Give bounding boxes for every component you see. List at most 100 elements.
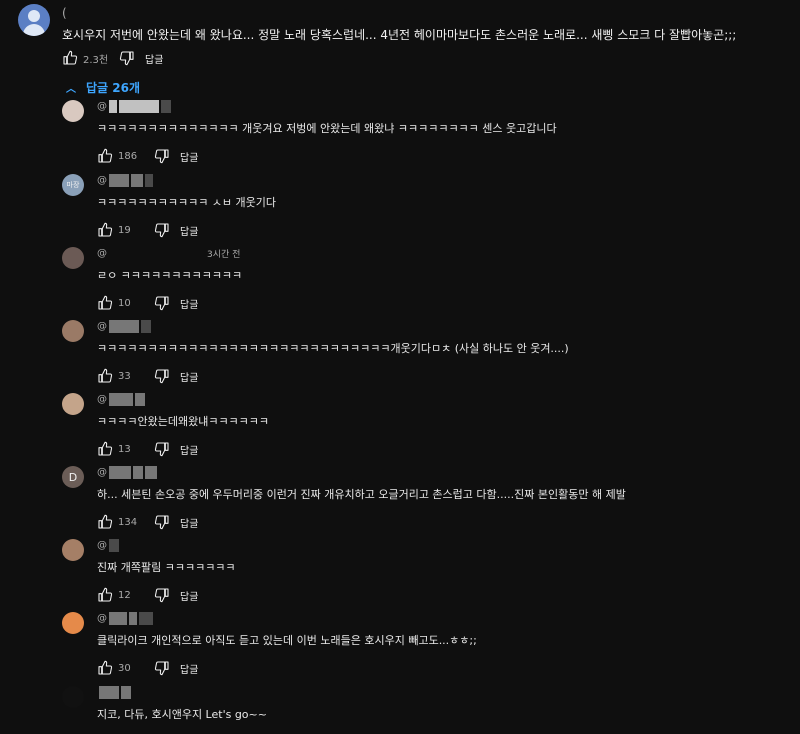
reply-text: ㅋㅋㅋㅋㅋㅋㅋㅋㅋㅋㅋㅋㅋㅋ 개웃겨요 저벙에 안왔는데 왜왔냐 ㅋㅋㅋㅋㅋㅋㅋ… (97, 122, 557, 135)
redacted-name-block (129, 612, 137, 625)
reply-author-handle[interactable]: @ (97, 613, 107, 624)
reply-actions: 19 답글 (97, 222, 198, 238)
reply-author[interactable]: @ (97, 100, 171, 113)
avatar[interactable] (18, 4, 50, 36)
dislike-icon[interactable] (154, 514, 170, 530)
like-count: 19 (118, 224, 131, 236)
like-count: 134 (118, 516, 138, 528)
reply-button[interactable]: 답글 (145, 51, 163, 66)
reply-button[interactable]: 답글 (180, 369, 198, 384)
reply-author-handle[interactable]: @ (97, 467, 107, 478)
redacted-name-block (131, 174, 143, 187)
like-icon[interactable] (97, 660, 113, 676)
redacted-name-block (109, 320, 139, 333)
reply-actions: 134 답글 (97, 514, 198, 530)
comment-author[interactable]: ( (62, 6, 67, 20)
reply-author[interactable]: @ (97, 174, 153, 187)
reply-author-handle[interactable]: @ (97, 248, 107, 259)
reply-timestamp[interactable]: 3시간 전 (207, 247, 240, 260)
reply-button[interactable]: 답글 (180, 661, 198, 676)
reply-button[interactable]: 답글 (180, 515, 198, 530)
redacted-name-block (145, 466, 157, 479)
redacted-name-block (109, 466, 131, 479)
avatar[interactable] (62, 320, 84, 342)
dislike-icon[interactable] (154, 587, 170, 603)
like-count: 30 (118, 662, 131, 674)
reply-button[interactable]: 답글 (180, 296, 198, 311)
reply-author[interactable]: @ (97, 612, 153, 625)
avatar[interactable] (62, 539, 84, 561)
redacted-name-block (133, 466, 143, 479)
like-icon[interactable] (97, 295, 113, 311)
replies-toggle-button[interactable]: ︿ 답글 26개 (66, 79, 140, 96)
dislike-icon[interactable] (154, 368, 170, 384)
comment-text: 호시우지 저번에 안왔는데 왜 왔나요... 정말 노래 당혹스럽네... 4년… (62, 28, 737, 42)
comment-actions: 2.3천 답글 (62, 50, 163, 66)
reply-text: 하... 세븐틴 손오공 중에 우두머리중 이런거 진짜 개유치하고 오글거리고… (97, 488, 626, 501)
redacted-name-block (109, 539, 119, 552)
redacted-name-block (161, 100, 171, 113)
reply-author[interactable] (97, 686, 131, 699)
like-count: 10 (118, 297, 131, 309)
avatar[interactable] (62, 393, 84, 415)
dislike-icon[interactable] (119, 50, 135, 66)
like-icon[interactable] (97, 222, 113, 238)
reply-text: 진짜 개쪽팔림 ㅋㅋㅋㅋㅋㅋㅋ (97, 561, 236, 574)
replies-count-label: 답글 26개 (86, 81, 140, 95)
redacted-name-block (109, 174, 129, 187)
like-count: 12 (118, 589, 131, 601)
reply-text: 지코, 다듀, 호시앤우지 Let's go~~ (97, 708, 267, 721)
like-icon[interactable] (97, 368, 113, 384)
like-count: 2.3천 (83, 54, 109, 66)
like-icon[interactable] (97, 441, 113, 457)
reply-text: ㄹㅇ ㅋㅋㅋㅋㅋㅋㅋㅋㅋㅋㅋㅋ (97, 269, 243, 282)
avatar[interactable]: 마장 (62, 174, 84, 196)
like-icon[interactable] (97, 148, 113, 164)
reply-author-handle[interactable]: @ (97, 175, 107, 186)
reply-button[interactable]: 답글 (180, 442, 198, 457)
reply-actions: 186 답글 (97, 148, 198, 164)
avatar[interactable] (62, 612, 84, 634)
reply-text: ㅋㅋㅋㅋㅋㅋㅋㅋㅋㅋㅋㅋㅋㅋㅋㅋㅋㅋㅋㅋㅋㅋㅋㅋㅋㅋㅋㅋㅋ개웃기다ㅁㅊ (사실 … (97, 342, 569, 355)
redacted-name-block (135, 393, 145, 406)
redacted-name-block (121, 686, 131, 699)
reply-text: ㅋㅋㅋㅋㅋㅋㅋㅋㅋㅋㅋ ㅅㅂ 개웃기다 (97, 196, 277, 209)
reply-actions: 30 답글 (97, 660, 198, 676)
reply-author-handle[interactable]: @ (97, 540, 107, 551)
dislike-icon[interactable] (154, 295, 170, 311)
reply-text: ㅋㅋㅋㅋ안왔는데왜왔냬ㅋㅋㅋㅋㅋㅋ (97, 415, 270, 428)
dislike-icon[interactable] (154, 222, 170, 238)
reply-author[interactable]: @ (97, 320, 151, 333)
like-icon[interactable] (62, 50, 78, 66)
like-icon[interactable] (97, 587, 113, 603)
reply-author-handle[interactable]: @ (97, 394, 107, 405)
avatar[interactable] (62, 686, 84, 708)
redacted-name-block (99, 686, 119, 699)
chevron-up-icon: ︿ (66, 84, 76, 95)
reply-author[interactable]: @3시간 전 (97, 247, 240, 260)
reply-author[interactable]: @ (97, 466, 157, 479)
reply-actions: 33 답글 (97, 368, 198, 384)
dislike-icon[interactable] (154, 441, 170, 457)
dislike-icon[interactable] (154, 660, 170, 676)
like-count: 33 (118, 370, 131, 382)
reply-author-handle[interactable]: @ (97, 101, 107, 112)
reply-author[interactable]: @ (97, 539, 119, 552)
reply-text: 클릭라이크 개인적으로 아직도 듣고 있는데 이번 노래들은 호시우지 빼고도.… (97, 634, 477, 647)
reply-button[interactable]: 답글 (180, 149, 198, 164)
avatar[interactable]: D (62, 466, 84, 488)
redacted-name-block (119, 100, 159, 113)
reply-author[interactable]: @ (97, 393, 145, 406)
reply-button[interactable]: 답글 (180, 588, 198, 603)
like-icon[interactable] (97, 514, 113, 530)
dislike-icon[interactable] (154, 148, 170, 164)
redacted-name-block (109, 612, 127, 625)
avatar[interactable] (62, 100, 84, 122)
like-count: 13 (118, 443, 131, 455)
reply-actions: 13 답글 (97, 441, 198, 457)
avatar[interactable] (62, 247, 84, 269)
reply-author-handle[interactable]: @ (97, 321, 107, 332)
redacted-name-block (109, 100, 117, 113)
reply-button[interactable]: 답글 (180, 223, 198, 238)
redacted-name-block (109, 393, 133, 406)
